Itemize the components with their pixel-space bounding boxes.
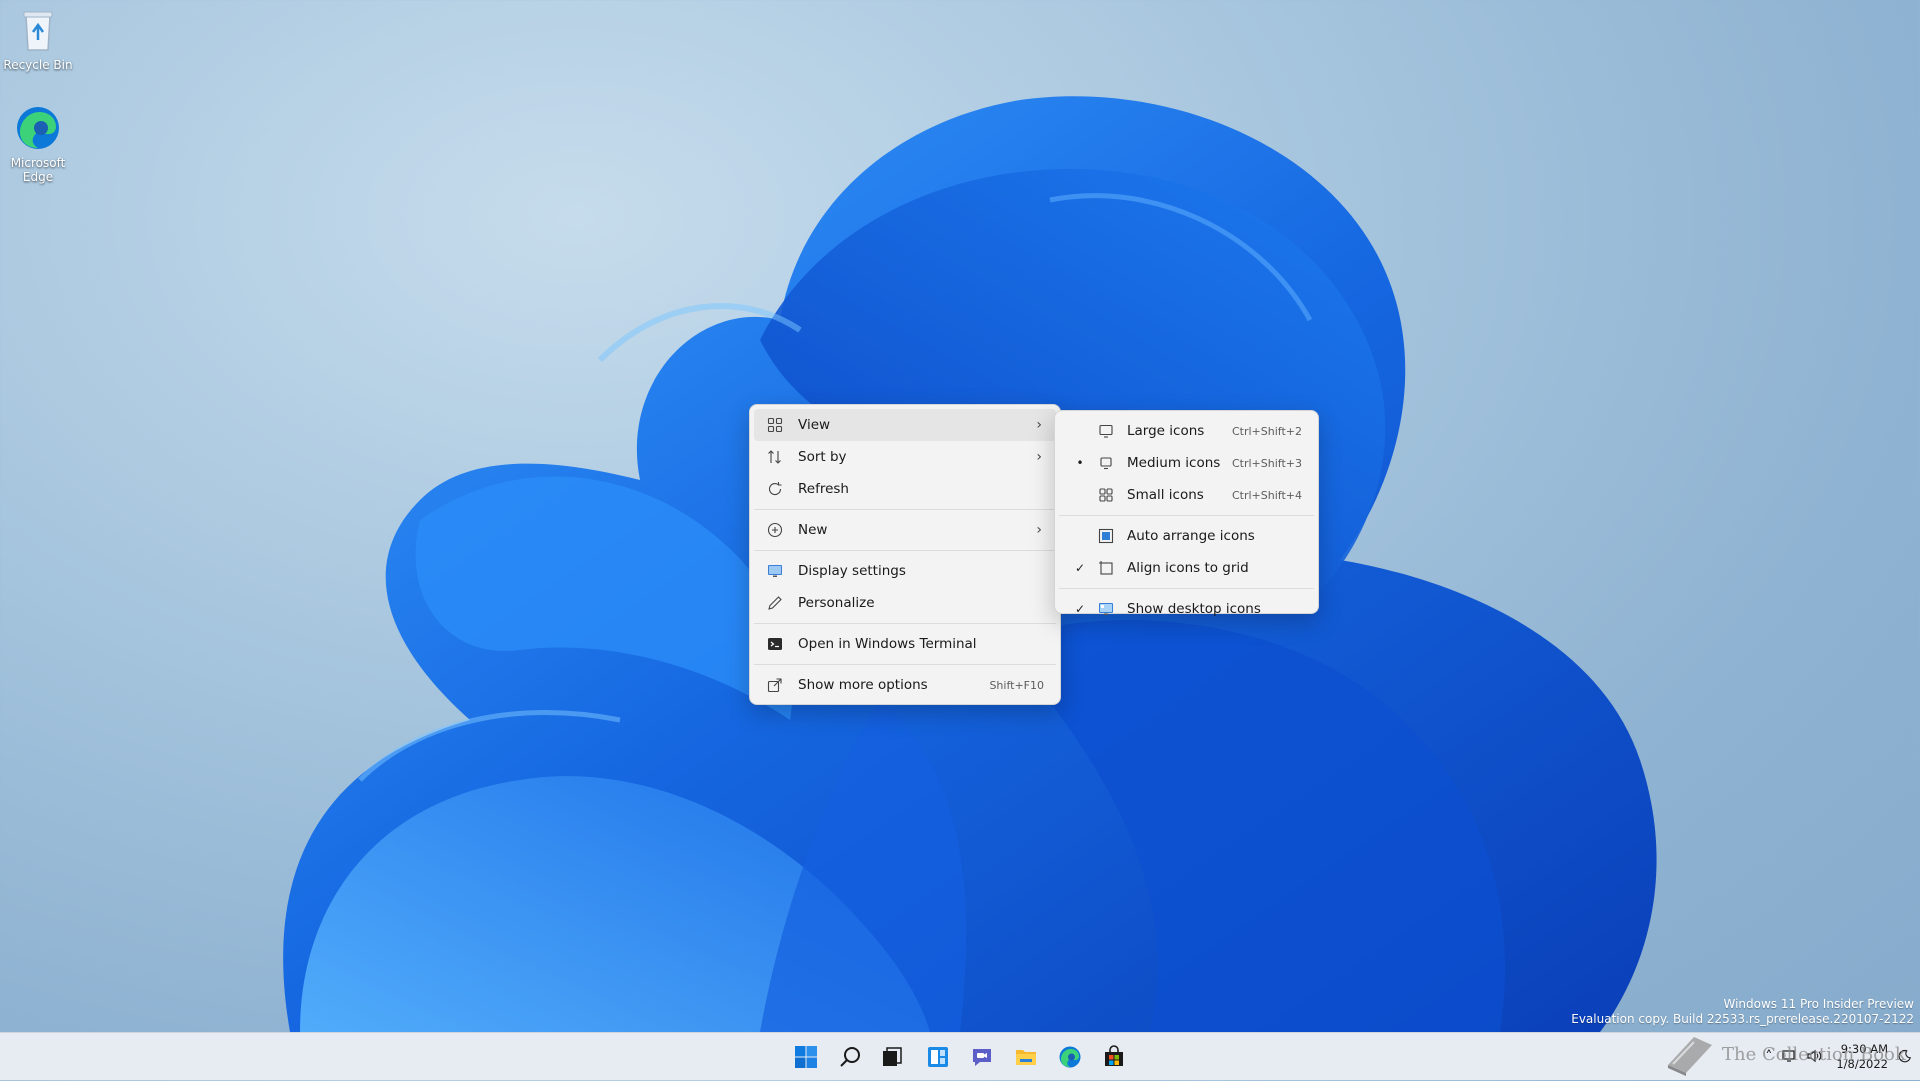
radio-mark: •: [1076, 456, 1084, 470]
view-submenu: Large icons Ctrl+Shift+2 • Medium icons …: [1054, 410, 1319, 617]
menu-item-show-more-options[interactable]: Show more options Shift+F10: [754, 669, 1056, 701]
book-icon: [1668, 1037, 1712, 1076]
widgets-button[interactable]: [922, 1041, 954, 1073]
edge-icon: [1059, 1046, 1081, 1068]
menu-separator: [1059, 515, 1314, 516]
desktop-context-menu: View › Sort by › Refresh New › Display s…: [749, 404, 1061, 705]
display-icon: [766, 562, 784, 580]
corner-logo: The Collection Book: [1664, 1031, 1906, 1077]
menu-separator: [1059, 588, 1314, 589]
menu-item-label: Show more options: [798, 677, 928, 693]
check-mark: ✓: [1074, 602, 1086, 616]
sort-icon: [766, 448, 784, 466]
chevron-right-icon: ›: [1036, 417, 1042, 433]
edge-icon: [14, 104, 62, 152]
watermark-line: Windows 11 Pro Insider Preview: [1723, 997, 1914, 1011]
shortcut-text: Ctrl+Shift+3: [1231, 456, 1302, 470]
menu-item-open-terminal[interactable]: Open in Windows Terminal: [754, 628, 1056, 660]
menu-item-new[interactable]: New ›: [754, 514, 1056, 546]
evaluation-watermark: Windows 11 Pro Insider Preview Evaluatio…: [1571, 997, 1914, 1027]
shortcut-text: Ctrl+Shift+2: [1231, 424, 1302, 438]
menu-item-refresh[interactable]: Refresh: [754, 473, 1056, 505]
desktop-icon-microsoft-edge[interactable]: Microsoft Edge: [0, 104, 78, 184]
submenu-item-label: Small icons: [1127, 487, 1204, 503]
desktop-icon-label: Microsoft Edge: [10, 156, 66, 184]
desktop-icon-recycle-bin[interactable]: Recycle Bin: [0, 6, 78, 72]
task-view-icon: [883, 1047, 902, 1066]
monitor-icon: [1097, 454, 1115, 472]
monitor-icon: [1097, 422, 1115, 440]
menu-separator: [754, 509, 1056, 510]
menu-item-label: Sort by: [798, 449, 847, 465]
taskbar: ˄ 9:30 AM 1/8/2022: [0, 1032, 1920, 1080]
start-button[interactable]: [790, 1041, 822, 1073]
submenu-item-medium-icons[interactable]: • Medium icons Ctrl+Shift+3: [1059, 447, 1314, 479]
menu-separator: [754, 623, 1056, 624]
submenu-item-align-to-grid[interactable]: ✓ Align icons to grid: [1059, 552, 1314, 584]
chat-icon: [973, 1049, 991, 1066]
desktop-icon-label: Recycle Bin: [3, 58, 73, 72]
shortcut-text: Shift+F10: [989, 678, 1044, 692]
share-icon: [766, 676, 784, 694]
store-icon: [1105, 1045, 1123, 1066]
submenu-item-label: Medium icons: [1127, 455, 1221, 471]
pen-icon: [766, 594, 784, 612]
windows-logo-icon: [795, 1046, 817, 1068]
chevron-right-icon: ›: [1036, 522, 1042, 538]
menu-item-personalize[interactable]: Personalize: [754, 587, 1056, 619]
terminal-icon: [766, 635, 784, 653]
chevron-right-icon: ›: [1036, 449, 1042, 465]
submenu-item-large-icons[interactable]: Large icons Ctrl+Shift+2: [1059, 415, 1314, 447]
menu-item-label: View: [798, 417, 831, 433]
grid-icon: [1097, 486, 1115, 504]
submenu-item-show-desktop-icons[interactable]: ✓ Show desktop icons: [1059, 593, 1314, 625]
grid-icon: [766, 416, 784, 434]
check-mark: ✓: [1074, 561, 1086, 575]
corner-logo-text: The Collection Book: [1722, 1043, 1906, 1065]
menu-item-label: Display settings: [798, 563, 906, 579]
submenu-item-auto-arrange[interactable]: Auto arrange icons: [1059, 520, 1314, 552]
refresh-icon: [766, 480, 784, 498]
menu-item-display-settings[interactable]: Display settings: [754, 555, 1056, 587]
menu-item-label: Refresh: [798, 481, 849, 497]
submenu-item-label: Show desktop icons: [1127, 601, 1261, 617]
menu-item-label: Personalize: [798, 595, 875, 611]
recycle-bin-icon: [14, 6, 62, 54]
submenu-item-label: Align icons to grid: [1127, 560, 1249, 576]
plus-circle-icon: [766, 521, 784, 539]
shortcut-text: Ctrl+Shift+4: [1231, 488, 1302, 502]
submenu-item-label: Large icons: [1127, 423, 1205, 439]
edge-taskbar-button[interactable]: [1054, 1041, 1086, 1073]
folder-icon: [1016, 1050, 1036, 1065]
search-icon: [840, 1047, 860, 1067]
store-button[interactable]: [1098, 1041, 1130, 1073]
align-grid-icon: [1097, 559, 1115, 577]
file-explorer-button[interactable]: [1010, 1041, 1042, 1073]
submenu-item-small-icons[interactable]: Small icons Ctrl+Shift+4: [1059, 479, 1314, 511]
watermark-line: Evaluation copy. Build 22533.rs_prerelea…: [1571, 1012, 1914, 1026]
search-button[interactable]: [834, 1041, 866, 1073]
menu-separator: [754, 550, 1056, 551]
menu-item-label: New: [798, 522, 828, 538]
auto-arrange-icon: [1097, 527, 1115, 545]
submenu-item-label: Auto arrange icons: [1127, 528, 1255, 544]
chat-button[interactable]: [966, 1041, 998, 1073]
desktop-icon: [1097, 600, 1115, 618]
task-view-button[interactable]: [876, 1041, 908, 1073]
menu-separator: [754, 664, 1056, 665]
menu-item-label: Open in Windows Terminal: [798, 636, 977, 652]
menu-item-view[interactable]: View ›: [754, 409, 1056, 441]
menu-item-sort-by[interactable]: Sort by ›: [754, 441, 1056, 473]
widgets-icon: [928, 1047, 948, 1067]
